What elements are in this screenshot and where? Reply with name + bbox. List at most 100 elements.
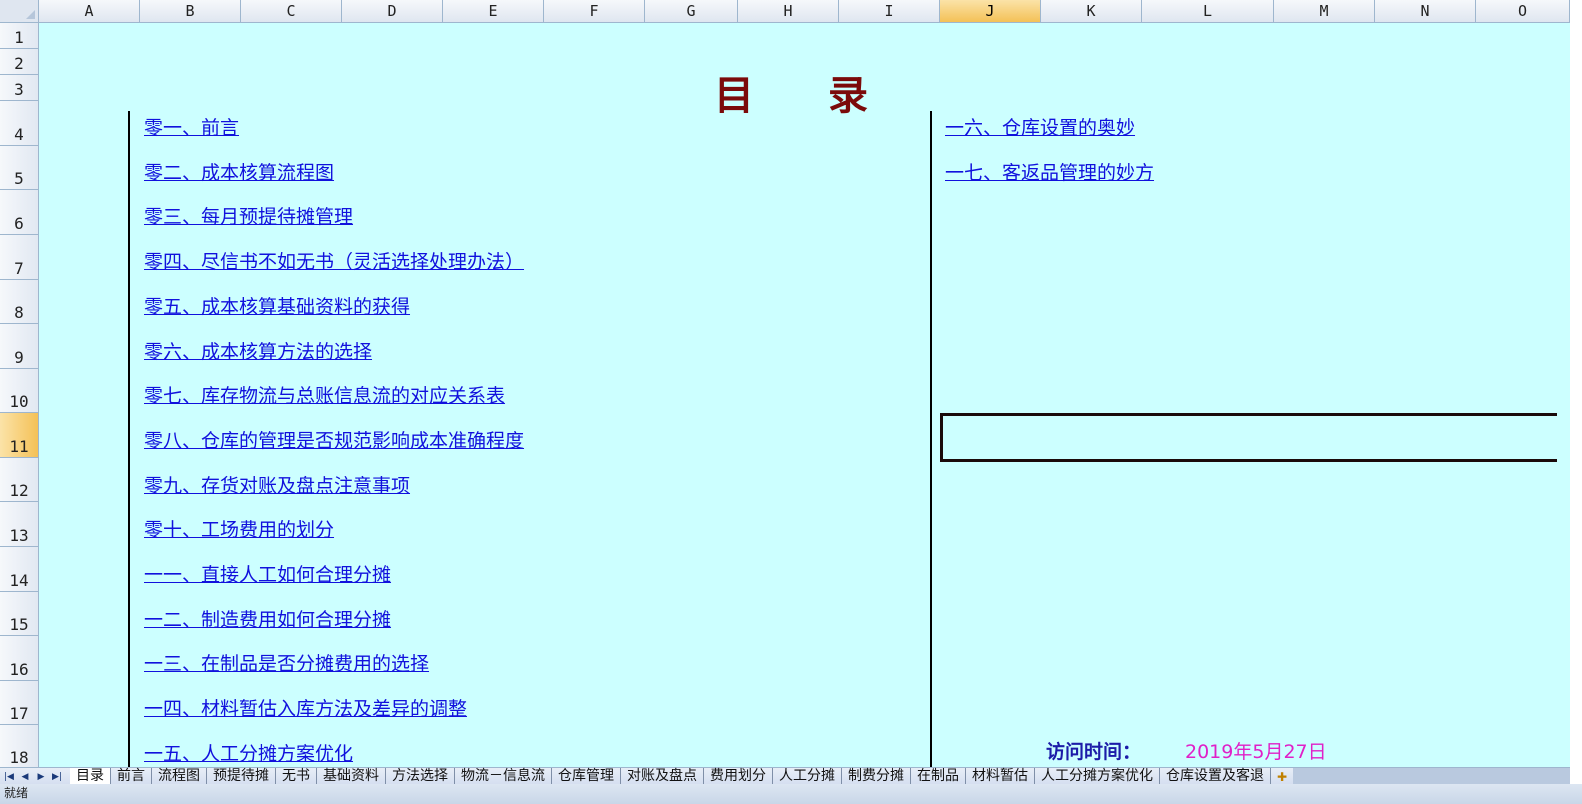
toc-link[interactable]: 一七、客返品管理的妙方 [945,158,1154,185]
row-number: 15 [9,615,29,634]
toc-link[interactable]: 一六、仓库设置的奥妙 [945,113,1135,140]
row-number: 2 [14,54,24,73]
sheet-tab[interactable]: 人工分摊方案优化 [1035,768,1160,785]
column-header-H[interactable]: H [738,0,839,23]
column-header-F[interactable]: F [544,0,645,23]
toc-link[interactable]: 一四、材料暂估入库方法及差异的调整 [144,694,467,721]
sheet-tabs: 目录 前言 流程图 预提待摊 无书 基础资料 方法选择 物流－信息流 仓库管理 对账及盘点 费用划分… [70,768,1271,785]
worksheet-grid[interactable]: 目录 零一、前言 零二、成本核算流程图 零三、每月预提待摊管理 零四、尽信书不如无书（… [39,23,1557,767]
column-header-M[interactable]: M [1274,0,1375,23]
sheet-tab[interactable]: 在制品 [911,768,966,785]
middle-border-line [930,111,932,767]
row-header-13[interactable]: 13 [0,502,39,547]
row-number: 10 [9,392,29,411]
sheet-tab[interactable]: 流程图 [152,768,207,785]
row-header-15[interactable]: 15 [0,592,39,636]
row-number: 13 [9,526,29,545]
toc-link[interactable]: 零二、成本核算流程图 [144,158,334,185]
toc-link[interactable]: 零三、每月预提待摊管理 [144,202,353,229]
toc-link[interactable]: 一二、制造费用如何合理分摊 [144,605,391,632]
row-header-2[interactable]: 2 [0,49,39,75]
row-header-10[interactable]: 10 [0,369,39,413]
first-sheet-icon[interactable]: |◀ [2,772,16,782]
sheet-tab[interactable]: 费用划分 [704,768,773,785]
row-header-bar: 1 2 3 4 5 6 7 8 9 10 11 12 13 14 15 16 17 18 [0,23,39,769]
insert-sheet-icon[interactable]: ✚ [1271,770,1293,784]
column-header-E[interactable]: E [443,0,544,23]
last-sheet-icon[interactable]: ▶| [50,772,64,782]
row-number: 6 [14,214,24,233]
row-number: 12 [9,481,29,500]
sheet-tab[interactable]: 无书 [276,768,317,785]
row-header-1[interactable]: 1 [0,23,39,49]
toc-link[interactable]: 零八、仓库的管理是否规范影响成本准确程度 [144,426,524,453]
column-header-C[interactable]: C [241,0,342,23]
sheet-tab[interactable]: 前言 [111,768,152,785]
column-header-J[interactable]: J [940,0,1041,23]
row-number: 5 [14,169,24,188]
toc-link[interactable]: 一五、人工分摊方案优化 [144,739,353,766]
row-header-12[interactable]: 12 [0,458,39,502]
row-number: 18 [9,748,29,767]
toc-link[interactable]: 零七、库存物流与总账信息流的对应关系表 [144,381,505,408]
sheet-tab[interactable]: 仓库设置及客退 [1160,768,1271,785]
visit-time-label: 访问时间： [1046,741,1142,763]
column-header-K[interactable]: K [1041,0,1142,23]
row-number: 7 [14,259,24,278]
row-number: 3 [14,80,24,99]
toc-link[interactable]: 零九、存货对账及盘点注意事项 [144,471,410,498]
toc-link[interactable]: 一一、直接人工如何合理分摊 [144,560,391,587]
prev-sheet-icon[interactable]: ◀ [18,772,32,782]
toc-link[interactable]: 一三、在制品是否分摊费用的选择 [144,649,429,676]
column-header-I[interactable]: I [839,0,940,23]
row-header-11[interactable]: 11 [0,413,39,458]
status-text: 就绪 [4,786,29,800]
row-header-16[interactable]: 16 [0,636,39,681]
selected-cell-J11[interactable] [940,413,1557,462]
row-header-5[interactable]: 5 [0,146,39,190]
toc-link[interactable]: 零六、成本核算方法的选择 [144,337,372,364]
tab-bar-fill [1293,768,1570,785]
row-header-7[interactable]: 7 [0,235,39,280]
select-all-corner[interactable] [0,0,39,23]
row-header-3[interactable]: 3 [0,75,39,101]
sheet-tab[interactable]: 目录 [70,768,111,785]
sheet-tab[interactable]: 对账及盘点 [621,768,704,785]
column-header-G[interactable]: G [645,0,738,23]
column-header-N[interactable]: N [1375,0,1476,23]
column-header-A[interactable]: A [39,0,140,23]
sheet-tab[interactable]: 物流－信息流 [455,768,552,785]
sheet-tab[interactable]: 人工分摊 [773,768,842,785]
sheet-tab[interactable]: 仓库管理 [552,768,621,785]
column-header-B[interactable]: B [140,0,241,23]
toc-link[interactable]: 零四、尽信书不如无书（灵活选择处理办法） [144,247,524,274]
row-number: 11 [9,437,29,456]
status-bar: 就绪 [0,784,1582,804]
row-header-14[interactable]: 14 [0,547,39,592]
toc-link[interactable]: 零一、前言 [144,113,239,140]
next-sheet-icon[interactable]: ▶ [34,772,48,782]
column-header-D[interactable]: D [342,0,443,23]
window-edge [1570,0,1582,804]
toc-link[interactable]: 零十、工场费用的划分 [144,515,334,542]
row-header-6[interactable]: 6 [0,190,39,235]
sheet-nav-buttons: |◀ ◀ ▶ ▶| [0,772,70,782]
row-header-9[interactable]: 9 [0,324,39,369]
row-number: 1 [14,28,24,47]
column-header-L[interactable]: L [1142,0,1274,23]
column-header-O[interactable]: O [1476,0,1570,23]
sheet-tab[interactable]: 预提待摊 [207,768,276,785]
sheet-tab[interactable]: 制费分摊 [842,768,911,785]
sheet-tab[interactable]: 方法选择 [386,768,455,785]
row-header-18[interactable]: 18 [0,725,39,769]
row-header-17[interactable]: 17 [0,681,39,725]
left-border-line [128,111,130,767]
grid-right-edge [1557,23,1570,767]
row-number: 16 [9,660,29,679]
toc-link[interactable]: 零五、成本核算基础资料的获得 [144,292,410,319]
sheet-tab[interactable]: 材料暂估 [966,768,1035,785]
row-header-4[interactable]: 4 [0,101,39,146]
row-header-8[interactable]: 8 [0,280,39,324]
sheet-tab[interactable]: 基础资料 [317,768,386,785]
title-char-1: 目 [714,72,754,119]
